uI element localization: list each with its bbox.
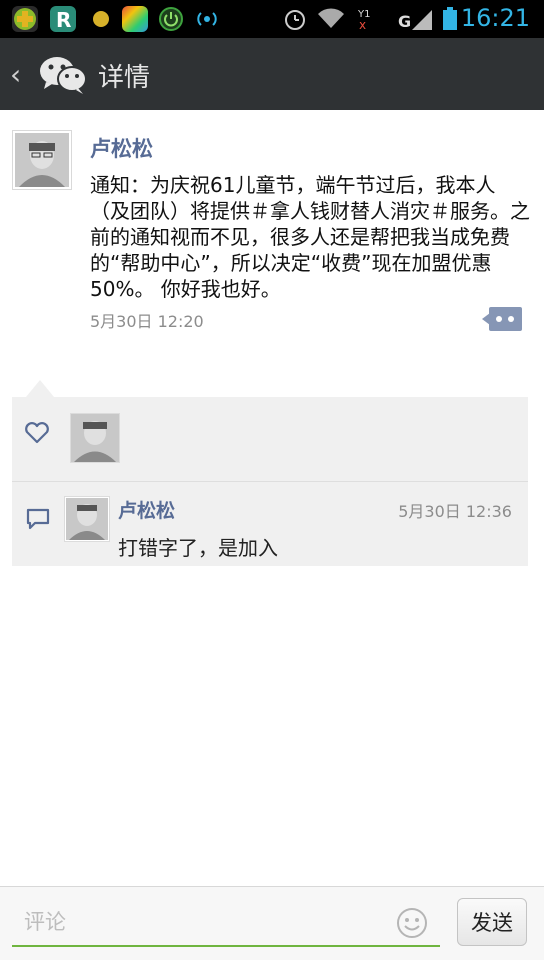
signal-icon <box>410 6 436 32</box>
post-timestamp: 5月30日 12:20 <box>90 312 204 331</box>
no-sim-icon: Y1 x <box>356 6 376 32</box>
likes-panel <box>12 397 528 481</box>
panel-pointer <box>26 380 54 397</box>
svg-text:x: x <box>359 18 366 32</box>
comment-bubble-icon <box>26 508 50 530</box>
comment-timestamp: 5月30日 12:36 <box>398 502 512 521</box>
heart-icon <box>24 421 50 445</box>
commenter-avatar[interactable] <box>64 496 110 542</box>
comment-author[interactable]: 卢松松 <box>118 496 175 523</box>
power-icon <box>158 6 184 32</box>
app-yellow-icon <box>88 6 114 32</box>
battery-icon <box>442 6 458 32</box>
comment-item[interactable]: 卢松松 5月30日 12:36 打错字了，是加入 <box>12 482 528 566</box>
app-color-icon <box>122 6 148 32</box>
alarm-icon <box>282 6 308 32</box>
post-author-name[interactable]: 卢松松 <box>90 133 153 163</box>
liker-avatar[interactable] <box>70 413 120 463</box>
clock: 16:21 <box>460 4 530 32</box>
screen: R Y1 x G 16:21 ‹ 详情 卢松松 通知：为庆祝61儿童节，端午节过… <box>0 0 544 960</box>
author-avatar[interactable] <box>12 130 72 190</box>
comment-text: 打错字了，是加入 <box>118 536 278 560</box>
emoji-icon[interactable] <box>396 907 428 939</box>
more-actions-button[interactable] <box>482 305 522 333</box>
svg-text:R: R <box>56 8 71 32</box>
app-plus-icon <box>12 6 38 32</box>
chevron-left-icon[interactable]: ‹ <box>10 58 21 91</box>
comment-input-bar: 发送 <box>0 886 544 960</box>
status-bar: R Y1 x G 16:21 <box>0 0 544 38</box>
post-text: 通知：为庆祝61儿童节，端午节过后，我本人（及团队）将提供＃拿人钱财替人消灾＃服… <box>90 173 530 301</box>
comment-input[interactable] <box>12 899 440 947</box>
action-bar: ‹ 详情 <box>0 38 544 110</box>
wechat-logo-icon <box>38 54 88 96</box>
wifi-hotspot-icon <box>194 6 220 32</box>
wifi-icon <box>316 6 346 32</box>
page-title: 详情 <box>98 63 151 93</box>
send-button[interactable]: 发送 <box>457 898 527 946</box>
app-r-icon: R <box>50 6 76 32</box>
